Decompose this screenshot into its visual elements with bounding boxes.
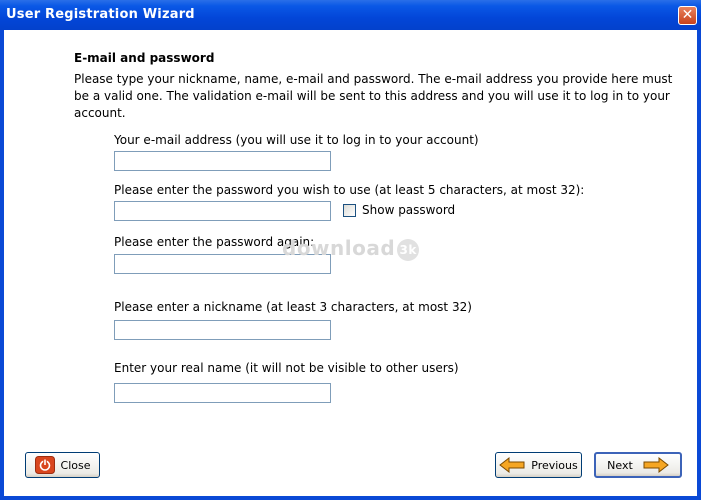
nickname-field[interactable] [114, 320, 331, 340]
nickname-label: Please enter a nickname (at least 3 char… [114, 300, 472, 314]
email-label: Your e-mail address (you will use it to … [114, 133, 479, 147]
title-bar[interactable]: User Registration Wizard ✕ [0, 0, 701, 30]
realname-field[interactable] [114, 383, 331, 403]
watermark: download 3k [282, 236, 420, 261]
window-close-button[interactable]: ✕ [678, 6, 697, 25]
arrow-right-icon [643, 457, 669, 473]
arrow-left-icon [499, 457, 525, 473]
page-description: Please type your nickname, name, e-mail … [74, 72, 673, 120]
password-label: Please enter the password you wish to us… [114, 183, 585, 197]
previous-button-label: Previous [531, 458, 578, 472]
close-button-label: Close [60, 458, 91, 472]
show-password-label[interactable]: Show password [362, 203, 455, 217]
window-title: User Registration Wizard [6, 7, 195, 22]
password-field[interactable] [114, 201, 331, 221]
show-password-checkbox[interactable] [343, 203, 356, 217]
realname-label: Enter your real name (it will not be vis… [114, 361, 459, 375]
close-icon: ✕ [681, 7, 694, 23]
next-button[interactable]: Next [594, 452, 682, 478]
previous-button[interactable]: Previous [495, 452, 582, 478]
wizard-content: E-mail and password Please type your nic… [4, 30, 697, 496]
watermark-badge: 3k [397, 238, 420, 261]
power-icon [34, 456, 55, 474]
next-button-label: Next [607, 458, 633, 472]
page-title: E-mail and password [74, 51, 215, 65]
show-password-toggle[interactable]: Show password [343, 203, 455, 217]
email-field[interactable] [114, 151, 331, 171]
watermark-text: download [282, 236, 396, 260]
close-button[interactable]: Close [25, 452, 100, 478]
wizard-window: User Registration Wizard ✕ E-mail and pa… [0, 0, 701, 500]
